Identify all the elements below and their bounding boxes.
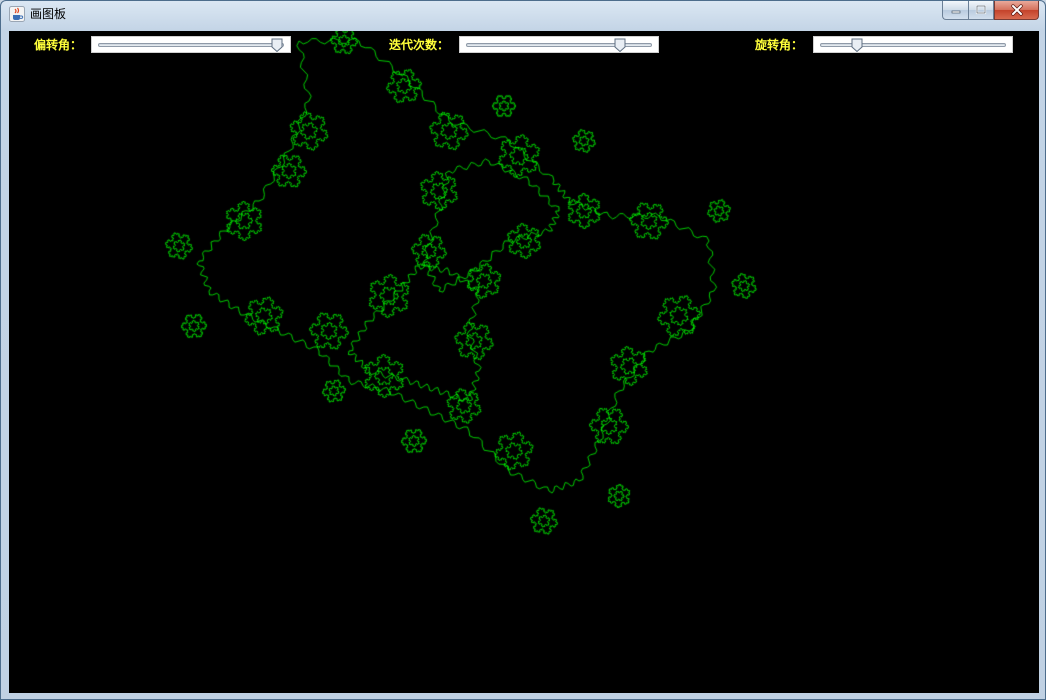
window-controls	[942, 1, 1039, 21]
slider-track	[820, 43, 1006, 47]
close-icon	[1010, 4, 1023, 16]
close-button[interactable]	[994, 1, 1039, 20]
rotation-angle-slider[interactable]	[813, 36, 1013, 53]
java-cup-icon	[9, 6, 25, 22]
iteration-count-slider[interactable]	[459, 36, 659, 53]
maximize-button[interactable]	[968, 1, 994, 20]
maximize-icon	[975, 5, 987, 15]
slider-track	[98, 43, 284, 47]
minimize-button[interactable]	[942, 1, 968, 20]
app-window: 画图板 偏转角： 迭代次数： 旋转角：	[0, 0, 1046, 700]
slider-thumb[interactable]	[271, 38, 283, 52]
slider-thumb[interactable]	[614, 38, 626, 52]
iteration-count-label: 迭代次数：	[389, 38, 450, 52]
deflection-angle-slider[interactable]	[91, 36, 291, 53]
window-title: 画图板	[30, 7, 67, 21]
title-bar[interactable]: 画图板	[1, 1, 1045, 27]
rotation-angle-label: 旋转角：	[755, 38, 804, 52]
slider-thumb[interactable]	[851, 38, 863, 52]
fractal-drawing	[9, 31, 1039, 693]
drawing-canvas-area: 偏转角： 迭代次数： 旋转角：	[9, 31, 1039, 693]
deflection-angle-label: 偏转角：	[34, 38, 83, 52]
minimize-icon	[951, 10, 960, 14]
